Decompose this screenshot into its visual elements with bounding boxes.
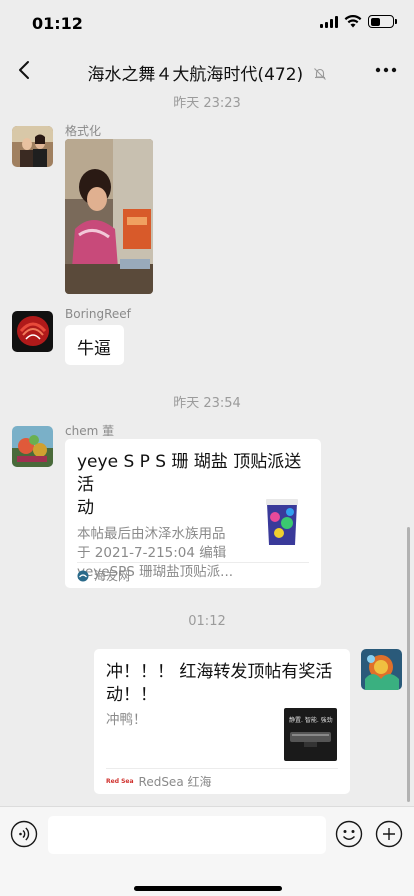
time-divider: 昨天 23:23	[173, 96, 241, 111]
sender-name: BoringReef	[65, 307, 131, 321]
home-indicator	[134, 886, 282, 891]
avatar[interactable]	[12, 126, 53, 167]
card-thumbnail	[261, 495, 303, 549]
battery-icon	[368, 15, 397, 28]
card-title-line: 动！！	[106, 685, 157, 705]
time-divider: 昨天 23:54	[173, 396, 241, 411]
text-message[interactable]: 牛逼	[65, 325, 124, 365]
card-source: Red Sea RedSea 红海	[106, 768, 338, 794]
plus-more-icon[interactable]	[375, 820, 403, 848]
link-card-message[interactable]: yeye S P S 珊 瑚盐 顶贴派送活 动 本帖最后由沐泽水族用品 于 20…	[65, 439, 321, 588]
sender-name: chem 董	[65, 424, 115, 438]
voice-input-icon[interactable]	[10, 820, 38, 848]
chat-messages[interactable]: 昨天 23:23 格式化 BoringReef 牛逼 昨天 23:54 chem…	[0, 92, 414, 806]
wifi-icon	[344, 15, 362, 28]
mute-bell-icon	[313, 68, 326, 80]
time-divider: 01:12	[188, 614, 226, 629]
chat-title-text: 海水之舞４大航海时代(472)	[87, 65, 304, 85]
my-avatar[interactable]	[361, 649, 402, 690]
scroll-indicator[interactable]	[407, 527, 410, 802]
emoji-icon[interactable]	[335, 820, 363, 848]
card-description-line: 本帖最后由沐泽水族用品	[77, 526, 226, 542]
status-icons	[320, 15, 397, 28]
card-source-name: RedSea 红海	[138, 775, 212, 789]
input-bar	[0, 806, 414, 896]
card-source-name: 海友网	[94, 569, 131, 583]
source-logo-icon	[77, 570, 89, 581]
sender-name: 格式化	[65, 124, 102, 138]
card-description-line: 于 2021-7-215:04 编辑	[77, 545, 227, 561]
status-time: 01:12	[32, 14, 83, 33]
my-link-card-message[interactable]: 冲！！！ 红海转发顶帖有奖活 动！！ 冲鸭！ 静置. 智能. 強劲 Red Se…	[94, 649, 350, 794]
source-logo: Red Sea	[106, 778, 134, 785]
nav-bar: 海水之舞４大航海时代(472)	[0, 48, 414, 92]
card-source: 海友网	[77, 562, 309, 588]
card-title-line: 冲！！！ 红海转发顶帖有奖活	[106, 662, 333, 682]
more-options-icon[interactable]	[374, 61, 398, 79]
avatar[interactable]	[12, 426, 53, 467]
status-bar: 01:12	[0, 0, 414, 48]
image-message[interactable]	[65, 139, 153, 294]
chat-title: 海水之舞４大航海时代(472)	[0, 60, 414, 85]
card-thumbnail: 静置. 智能. 強劲	[284, 708, 337, 761]
signal-icon	[320, 15, 338, 28]
card-title-line: yeye S P S 珊 瑚盐 顶贴派送活	[77, 452, 302, 495]
avatar[interactable]	[12, 311, 53, 352]
message-input[interactable]	[48, 816, 326, 854]
